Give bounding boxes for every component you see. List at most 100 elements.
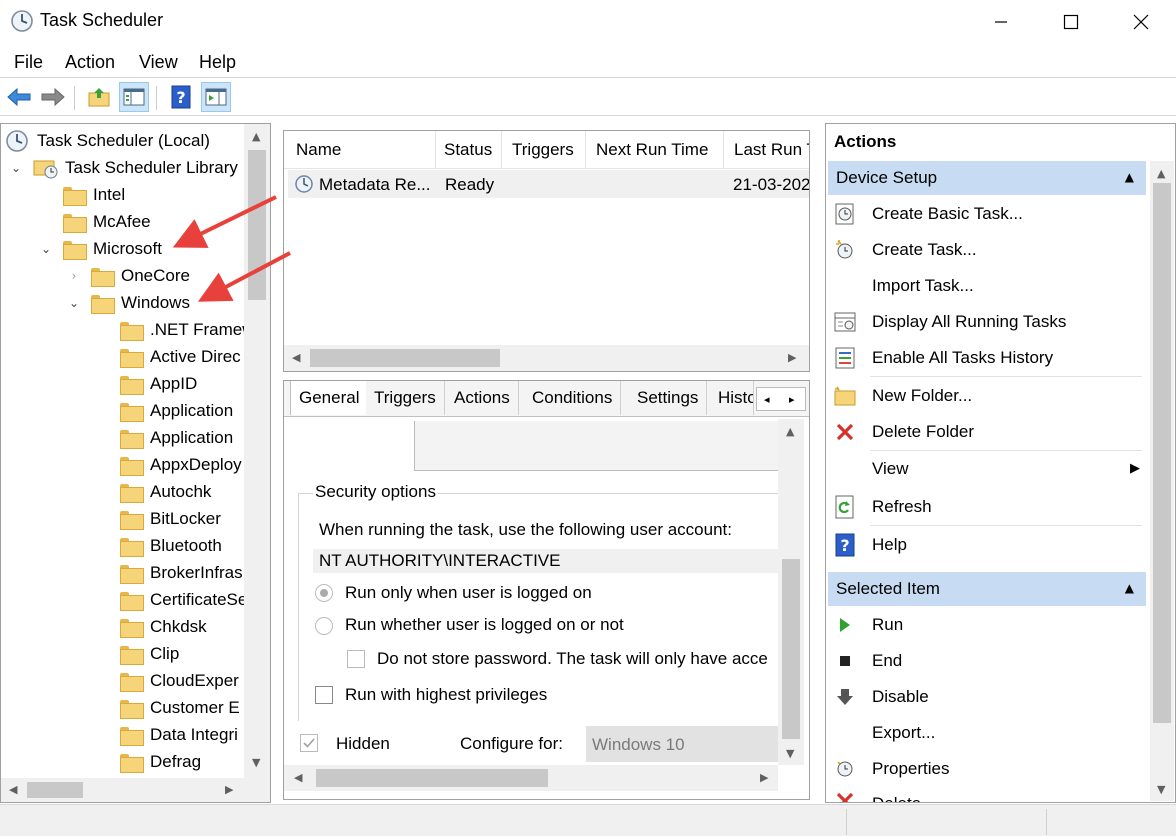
scroll-thumb[interactable]: [1153, 183, 1171, 723]
scroll-right-icon[interactable]: ▶: [225, 783, 233, 796]
actions-vertical-scrollbar[interactable]: ▲ ▼: [1150, 161, 1174, 801]
collapse-section-icon[interactable]: ▲: [1125, 581, 1134, 595]
selected-item-header[interactable]: Selected Item ▲: [828, 572, 1146, 606]
expanded-chevron-icon[interactable]: ⌄: [67, 296, 81, 310]
action-view[interactable]: View ▶: [832, 452, 1142, 486]
scroll-thumb[interactable]: [27, 782, 83, 798]
tree-item-appxdeploy[interactable]: AppxDeploy: [120, 451, 242, 478]
scroll-left-icon[interactable]: ◀: [9, 783, 17, 796]
action-disable[interactable]: Disable: [832, 680, 1142, 714]
tree-item-onecore[interactable]: › OneCore: [67, 262, 190, 289]
tab-conditions[interactable]: Conditions: [524, 381, 622, 415]
tree-item-mcafee[interactable]: McAfee: [63, 208, 151, 235]
minimize-button[interactable]: [966, 0, 1036, 44]
action-run[interactable]: Run: [832, 608, 1142, 642]
tree-item-application-1[interactable]: Application: [120, 397, 233, 424]
tree-item-clip[interactable]: Clip: [120, 640, 179, 667]
description-textbox[interactable]: [414, 421, 778, 471]
action-new-folder[interactable]: New Folder...: [832, 379, 1142, 413]
back-button[interactable]: [4, 82, 34, 112]
task-list-horizontal-scrollbar[interactable]: ◀ ▶: [284, 345, 809, 371]
column-header-name[interactable]: Name: [288, 131, 436, 169]
tab-scroll-right-icon[interactable]: ▸: [789, 393, 795, 406]
action-delete[interactable]: Delete: [832, 788, 1142, 802]
column-header-triggers[interactable]: Triggers: [504, 131, 586, 169]
scroll-left-icon[interactable]: ◀: [292, 351, 300, 364]
device-setup-header[interactable]: Device Setup ▲: [828, 161, 1146, 195]
radio-run-whether-logged-on[interactable]: [315, 617, 333, 635]
menu-help[interactable]: Help: [199, 52, 236, 73]
tree-item-appid[interactable]: AppID: [120, 370, 197, 397]
tree-item-defrag[interactable]: Defrag: [120, 748, 201, 775]
tree-item-bluetooth[interactable]: Bluetooth: [120, 532, 222, 559]
tab-general[interactable]: General: [290, 381, 369, 415]
action-enable-tasks-history[interactable]: Enable All Tasks History: [832, 341, 1142, 375]
scroll-up-icon[interactable]: ▲: [1157, 167, 1165, 180]
action-refresh[interactable]: Refresh: [832, 490, 1142, 524]
scroll-thumb[interactable]: [782, 559, 800, 739]
configure-for-select[interactable]: Windows 10: [586, 726, 778, 762]
tree-vertical-scrollbar[interactable]: ▲ ▼: [244, 124, 270, 778]
tree-item-dotnet[interactable]: .NET Framew: [120, 316, 255, 343]
tree-horizontal-scrollbar[interactable]: ◀ ▶: [1, 778, 270, 802]
scroll-left-icon[interactable]: ◀: [294, 771, 302, 784]
action-delete-folder[interactable]: Delete Folder: [832, 415, 1142, 449]
action-create-task[interactable]: Create Task...: [832, 233, 1142, 267]
scroll-right-icon[interactable]: ▶: [788, 351, 796, 364]
tree-item-application-2[interactable]: Application: [120, 424, 233, 451]
action-help[interactable]: ? Help: [832, 528, 1142, 562]
tree-item-brokerinfras[interactable]: BrokerInfras: [120, 559, 243, 586]
tree-item-customer[interactable]: Customer E: [120, 694, 240, 721]
show-hide-console-tree-button[interactable]: [119, 82, 149, 112]
collapsed-chevron-icon[interactable]: ›: [67, 269, 81, 283]
tab-scroll-left-icon[interactable]: ◂: [764, 393, 770, 406]
show-hide-action-pane-button[interactable]: [201, 82, 231, 112]
tree-item-autochk[interactable]: Autochk: [120, 478, 211, 505]
scroll-thumb[interactable]: [310, 349, 500, 367]
menu-view[interactable]: View: [139, 52, 178, 73]
scroll-up-icon[interactable]: ▲: [252, 130, 260, 143]
scroll-thumb[interactable]: [316, 769, 548, 787]
column-header-last-run[interactable]: Last Run T: [726, 131, 809, 169]
tree-item-data-integri[interactable]: Data Integri: [120, 721, 238, 748]
details-horizontal-scrollbar[interactable]: ◀ ▶: [284, 765, 778, 791]
tree-item-windows[interactable]: ⌄ Windows: [67, 289, 190, 316]
action-create-basic-task[interactable]: Create Basic Task...: [832, 197, 1142, 231]
checkbox-highest-privileges[interactable]: [315, 686, 333, 704]
scroll-down-icon[interactable]: ▼: [1157, 783, 1165, 796]
scroll-up-icon[interactable]: ▲: [786, 425, 794, 438]
table-row[interactable]: Metadata Re... Ready 21-03-202: [288, 170, 809, 198]
scroll-thumb[interactable]: [248, 150, 266, 300]
expanded-chevron-icon[interactable]: ⌄: [39, 242, 53, 256]
tree-item-cloudexper[interactable]: CloudExper: [120, 667, 239, 694]
tab-settings[interactable]: Settings: [629, 381, 708, 415]
tree-item-active-directory[interactable]: Active Direc: [120, 343, 241, 370]
column-header-next-run[interactable]: Next Run Time: [588, 131, 724, 169]
checkbox-hidden[interactable]: [300, 734, 318, 752]
forward-button[interactable]: [38, 82, 68, 112]
details-vertical-scrollbar[interactable]: ▲ ▼: [778, 419, 804, 765]
close-button[interactable]: [1106, 0, 1176, 44]
up-folder-button[interactable]: [84, 82, 114, 112]
column-header-status[interactable]: Status: [436, 131, 502, 169]
action-import-task[interactable]: Import Task...: [832, 269, 1142, 303]
expanded-chevron-icon[interactable]: ⌄: [9, 161, 23, 175]
tree-item-bitlocker[interactable]: BitLocker: [120, 505, 221, 532]
scroll-right-icon[interactable]: ▶: [760, 771, 768, 784]
tree-item-chkdsk[interactable]: Chkdsk: [120, 613, 207, 640]
action-display-running-tasks[interactable]: Display All Running Tasks: [832, 305, 1142, 339]
maximize-button[interactable]: [1036, 0, 1106, 44]
scroll-down-icon[interactable]: ▼: [786, 747, 794, 760]
tab-actions[interactable]: Actions: [446, 381, 519, 415]
action-end[interactable]: End: [832, 644, 1142, 678]
tree-item-library[interactable]: ⌄ Task Scheduler Library: [9, 154, 238, 181]
menu-action[interactable]: Action: [65, 52, 115, 73]
help-button[interactable]: ?: [166, 82, 196, 112]
tab-history[interactable]: Histo: [710, 381, 754, 415]
tree-item-certificate[interactable]: CertificateSe: [120, 586, 247, 613]
action-properties[interactable]: Properties: [832, 752, 1142, 786]
checkbox-do-not-store-password[interactable]: [347, 650, 365, 668]
tree-item-intel[interactable]: Intel: [63, 181, 125, 208]
tree-item-microsoft[interactable]: ⌄ Microsoft: [39, 235, 162, 262]
tree-item-root[interactable]: Task Scheduler (Local): [5, 127, 210, 154]
